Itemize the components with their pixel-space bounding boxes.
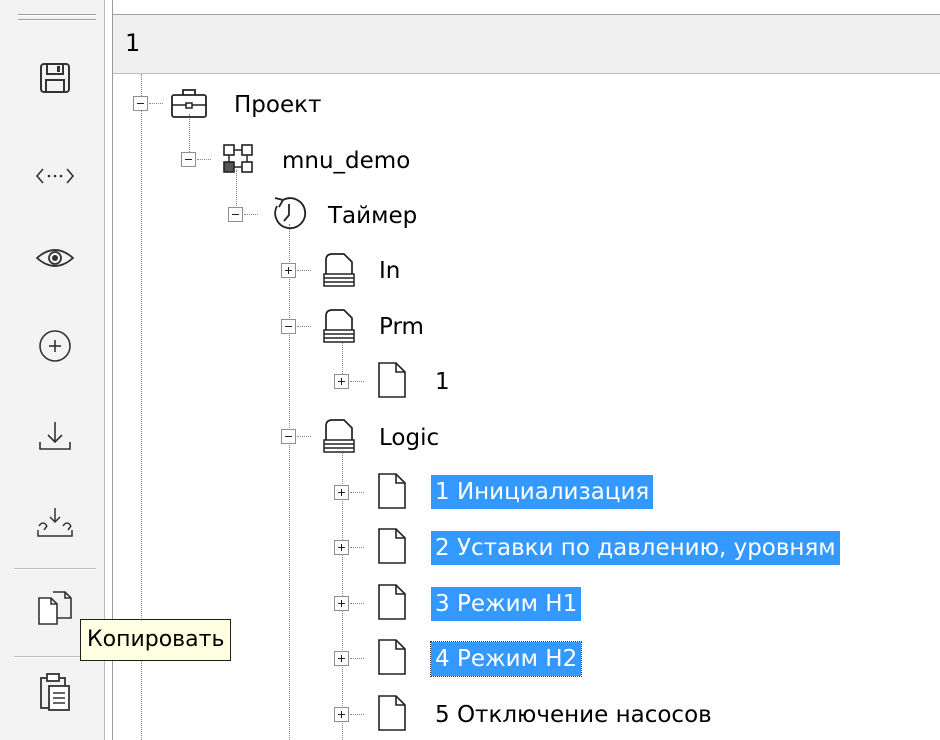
- stack-icon: [323, 309, 355, 343]
- expander-mnu-demo[interactable]: [181, 152, 196, 167]
- expander-logic-2[interactable]: [334, 540, 349, 555]
- document-icon: [378, 528, 406, 564]
- tree-node-project[interactable]: Проект: [230, 88, 325, 122]
- code-button[interactable]: [25, 148, 85, 204]
- download-icon: [39, 422, 71, 450]
- floppy-disk-icon: [40, 63, 70, 93]
- tree-node-timer[interactable]: Таймер: [324, 199, 421, 233]
- toolbar-separator: [14, 568, 96, 570]
- tree-node-mode-h2[interactable]: 4 Режим Н2: [429, 641, 583, 677]
- expander-logic-3[interactable]: [334, 596, 349, 611]
- tree-node-mode-h1[interactable]: 3 Режим Н1: [431, 587, 582, 621]
- stack-icon: [323, 253, 355, 287]
- tree-node-logic[interactable]: Logic: [375, 421, 443, 455]
- document-icon: [378, 473, 406, 509]
- view-button[interactable]: [25, 230, 85, 286]
- document-icon: [378, 584, 406, 620]
- expander-logic-4[interactable]: [334, 651, 349, 666]
- clipboard-icon: [40, 673, 70, 711]
- download-button[interactable]: [25, 408, 85, 464]
- project-tree[interactable]: Проект mnu_demo Таймер In Prm 1 Logic 1 …: [113, 74, 940, 740]
- tree-panel: 1 Проект mnu_demo Таймер In Prm 1 Logic …: [112, 0, 940, 740]
- timer-icon: [274, 197, 307, 230]
- expander-prm-1[interactable]: [334, 374, 349, 389]
- expander-logic-5[interactable]: [334, 707, 349, 722]
- expander-prm[interactable]: [281, 319, 296, 334]
- import-button[interactable]: [25, 494, 85, 550]
- toolbar-grip[interactable]: [18, 14, 96, 24]
- expander-logic[interactable]: [281, 429, 296, 444]
- code-brackets-icon: [35, 168, 75, 184]
- tree-node-prm[interactable]: Prm: [375, 310, 428, 344]
- header-title: 1: [125, 29, 141, 57]
- save-button[interactable]: [25, 50, 85, 106]
- eye-icon: [35, 249, 75, 267]
- paste-button[interactable]: [25, 664, 85, 720]
- tree-node-pump-shutdown[interactable]: 5 Отключение насосов: [431, 698, 716, 732]
- plus-circle-icon: [39, 330, 71, 362]
- copy-icon: [38, 591, 72, 625]
- tree-node-prm-1[interactable]: 1: [431, 365, 454, 399]
- panel-header: 1: [113, 14, 940, 74]
- add-button[interactable]: [25, 318, 85, 374]
- copy-tooltip: Копировать: [80, 619, 232, 661]
- tree-node-in[interactable]: In: [375, 254, 404, 288]
- document-icon: [378, 639, 406, 675]
- expander-timer[interactable]: [228, 207, 243, 222]
- document-icon: [378, 695, 406, 731]
- tree-node-mnu-demo[interactable]: mnu_demo: [278, 144, 414, 178]
- stack-icon: [323, 419, 355, 453]
- briefcase-icon: [171, 89, 207, 118]
- tree-node-setpoints[interactable]: 2 Уставки по давлению, уровням: [431, 531, 840, 565]
- expander-logic-1[interactable]: [334, 485, 349, 500]
- tree-node-initialization[interactable]: 1 Инициализация: [431, 475, 654, 509]
- import-icon: [37, 508, 73, 537]
- expander-in[interactable]: [281, 263, 296, 278]
- document-icon: [378, 362, 406, 398]
- expander-project[interactable]: [133, 96, 148, 111]
- network-icon: [223, 144, 253, 173]
- copy-button[interactable]: [25, 580, 85, 636]
